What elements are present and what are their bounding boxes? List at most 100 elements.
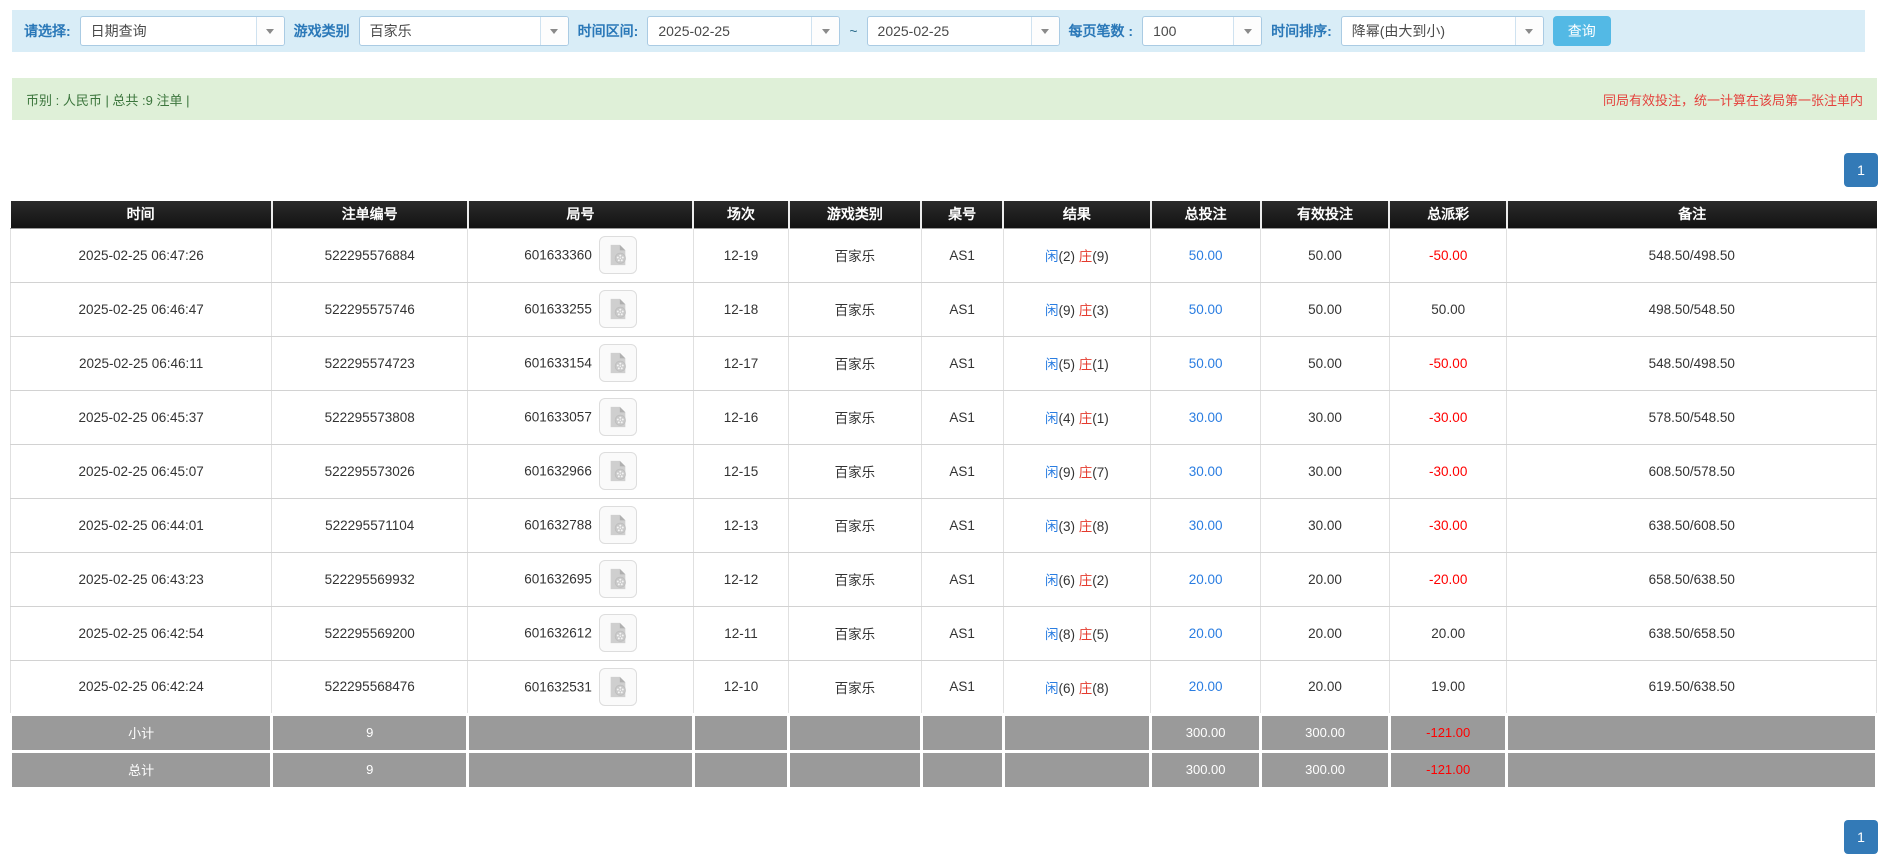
video-replay-button[interactable] bbox=[599, 344, 637, 382]
game-category-dropdown-button[interactable] bbox=[540, 17, 568, 45]
bet-id-cell: 522295569932 bbox=[272, 552, 468, 606]
session-cell: 12-19 bbox=[693, 228, 788, 282]
banker-result-label: 庄 bbox=[1079, 627, 1093, 642]
pagination-page-1-bottom[interactable]: 1 bbox=[1844, 820, 1878, 854]
query-type-value[interactable]: 日期查询 bbox=[81, 17, 256, 45]
total-row-empty-round bbox=[468, 751, 694, 788]
total-bet-cell[interactable]: 20.00 bbox=[1151, 606, 1261, 660]
banker-result-score: (9) bbox=[1092, 249, 1109, 264]
player-result-label: 闲 bbox=[1045, 681, 1059, 696]
video-file-icon bbox=[607, 676, 629, 698]
total-row-empty-result bbox=[1003, 751, 1150, 788]
player-result-score: (9) bbox=[1058, 303, 1075, 318]
game-category-label: 游戏类别 bbox=[294, 21, 350, 41]
session-cell: 12-18 bbox=[693, 282, 788, 336]
date-to-input[interactable]: 2025-02-25 bbox=[867, 16, 1060, 46]
payout-cell: -30.00 bbox=[1389, 444, 1507, 498]
game-category-cell: 百家乐 bbox=[789, 606, 921, 660]
page-size-select[interactable]: 100 bbox=[1142, 16, 1262, 46]
video-file-icon bbox=[607, 298, 629, 320]
page-size-value[interactable]: 100 bbox=[1143, 17, 1233, 45]
total-bet-cell[interactable]: 20.00 bbox=[1151, 660, 1261, 714]
time-sort-dropdown-button[interactable] bbox=[1515, 17, 1543, 45]
payout-cell: -30.00 bbox=[1389, 390, 1507, 444]
total-bet-cell[interactable]: 20.00 bbox=[1151, 552, 1261, 606]
total-bet-cell[interactable]: 50.00 bbox=[1151, 336, 1261, 390]
total-bet-cell[interactable]: 30.00 bbox=[1151, 444, 1261, 498]
date-to-dropdown-button[interactable] bbox=[1031, 17, 1059, 45]
round-id-value: 601633255 bbox=[524, 302, 592, 317]
time-sort-value[interactable]: 降幂(由大到小) bbox=[1342, 17, 1515, 45]
result-cell: 闲(6) 庄(2) bbox=[1003, 552, 1150, 606]
pagination-page-1-top[interactable]: 1 bbox=[1844, 153, 1878, 187]
date-from-value[interactable]: 2025-02-25 bbox=[648, 17, 811, 45]
video-replay-button[interactable] bbox=[599, 236, 637, 274]
video-replay-button[interactable] bbox=[599, 614, 637, 652]
round-id-cell: 601632788 bbox=[468, 498, 694, 552]
banker-result-score: (1) bbox=[1092, 357, 1109, 372]
player-result-score: (9) bbox=[1058, 465, 1075, 480]
game-category-cell: 百家乐 bbox=[789, 660, 921, 714]
remark-cell: 638.50/658.50 bbox=[1507, 606, 1877, 660]
chevron-down-icon bbox=[822, 29, 830, 34]
column-header: 注单编号 bbox=[272, 201, 468, 228]
banker-result-label: 庄 bbox=[1079, 465, 1093, 480]
valid-bet-cell: 20.00 bbox=[1261, 660, 1390, 714]
table-row: 2025-02-25 06:44:01522295571104601632788… bbox=[11, 498, 1877, 552]
bet-id-cell: 522295573808 bbox=[272, 390, 468, 444]
total-bet-cell[interactable]: 30.00 bbox=[1151, 390, 1261, 444]
time-cell: 2025-02-25 06:47:26 bbox=[11, 228, 272, 282]
column-header: 时间 bbox=[11, 201, 272, 228]
column-header: 结果 bbox=[1003, 201, 1150, 228]
payout-cell: 50.00 bbox=[1389, 282, 1507, 336]
round-id-cell: 601632966 bbox=[468, 444, 694, 498]
valid-bet-cell: 20.00 bbox=[1261, 606, 1390, 660]
date-to-value[interactable]: 2025-02-25 bbox=[868, 17, 1031, 45]
page-size-label: 每页笔数 : bbox=[1069, 21, 1134, 41]
video-replay-button[interactable] bbox=[599, 290, 637, 328]
query-type-dropdown-button[interactable] bbox=[256, 17, 284, 45]
table-row: 2025-02-25 06:45:37522295573808601633057… bbox=[11, 390, 1877, 444]
total-bet-cell[interactable]: 30.00 bbox=[1151, 498, 1261, 552]
valid-bet-cell: 50.00 bbox=[1261, 282, 1390, 336]
currency-summary-text: 币别 : 人民币 | 总共 :9 注单 | bbox=[26, 90, 190, 109]
round-id-value: 601632788 bbox=[524, 518, 592, 533]
table-number-cell: AS1 bbox=[921, 336, 1003, 390]
payout-cell: -20.00 bbox=[1389, 552, 1507, 606]
video-replay-button[interactable] bbox=[599, 668, 637, 706]
bet-records-table: 时间注单编号局号场次游戏类别桌号结果总投注有效投注总派彩备注 2025-02-2… bbox=[9, 201, 1878, 790]
game-category-value[interactable]: 百家乐 bbox=[360, 17, 540, 45]
search-button[interactable]: 查询 bbox=[1553, 16, 1611, 46]
subtotal-row-label: 小计 bbox=[11, 714, 272, 751]
time-sort-select[interactable]: 降幂(由大到小) bbox=[1341, 16, 1544, 46]
round-id-value: 601632612 bbox=[524, 626, 592, 641]
total-bet-cell[interactable]: 50.00 bbox=[1151, 228, 1261, 282]
time-cell: 2025-02-25 06:45:07 bbox=[11, 444, 272, 498]
video-replay-button[interactable] bbox=[599, 560, 637, 598]
game-category-cell: 百家乐 bbox=[789, 336, 921, 390]
player-result-label: 闲 bbox=[1045, 411, 1059, 426]
bet-id-cell: 522295571104 bbox=[272, 498, 468, 552]
table-number-cell: AS1 bbox=[921, 282, 1003, 336]
banker-result-score: (8) bbox=[1092, 681, 1109, 696]
video-replay-button[interactable] bbox=[599, 452, 637, 490]
video-replay-button[interactable] bbox=[599, 506, 637, 544]
video-replay-button[interactable] bbox=[599, 398, 637, 436]
banker-result-label: 庄 bbox=[1079, 573, 1093, 588]
total-bet-cell[interactable]: 50.00 bbox=[1151, 282, 1261, 336]
session-cell: 12-15 bbox=[693, 444, 788, 498]
chevron-down-icon bbox=[1041, 29, 1049, 34]
column-header: 桌号 bbox=[921, 201, 1003, 228]
table-row: 2025-02-25 06:42:24522295568476601632531… bbox=[11, 660, 1877, 714]
round-id-value: 601632966 bbox=[524, 464, 592, 479]
query-type-select[interactable]: 日期查询 bbox=[80, 16, 285, 46]
date-from-input[interactable]: 2025-02-25 bbox=[647, 16, 840, 46]
game-category-select[interactable]: 百家乐 bbox=[359, 16, 569, 46]
session-cell: 12-11 bbox=[693, 606, 788, 660]
page-size-dropdown-button[interactable] bbox=[1233, 17, 1261, 45]
date-from-dropdown-button[interactable] bbox=[811, 17, 839, 45]
video-file-icon bbox=[607, 514, 629, 536]
filter-bar: 请选择: 日期查询 游戏类别 百家乐 时间区间: 2025-02-25 ~ 20… bbox=[12, 10, 1865, 52]
video-file-icon bbox=[607, 460, 629, 482]
remark-cell: 548.50/498.50 bbox=[1507, 336, 1877, 390]
